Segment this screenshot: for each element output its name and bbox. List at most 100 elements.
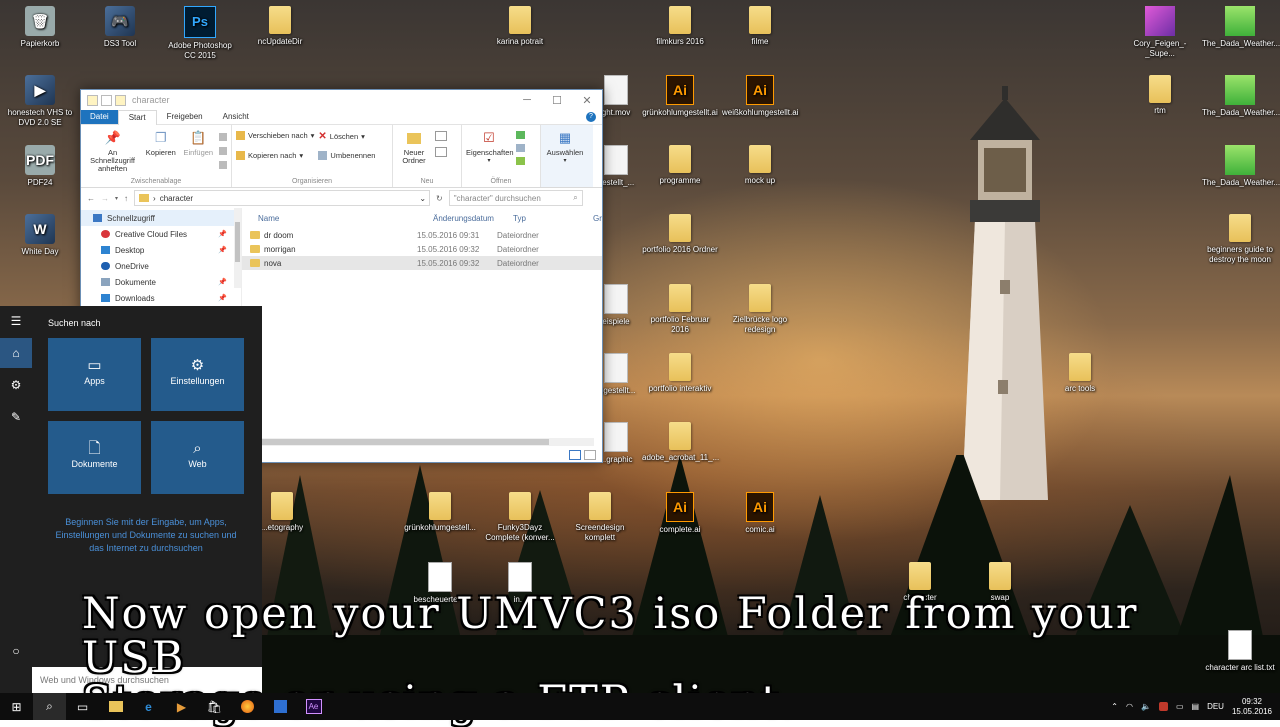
nav-scrollbar[interactable] [234, 208, 241, 288]
properties-button[interactable]: ☑ Eigenschaften ▾ [466, 129, 514, 165]
desktop-icon-white-day[interactable]: W White Day [2, 214, 78, 257]
action-center-icon[interactable]: ▤ [1192, 702, 1200, 711]
feedback-rail-button[interactable]: ✎ [0, 402, 32, 432]
cortana-button[interactable]: ○ [0, 636, 32, 666]
address-field[interactable]: › character ⌄ [134, 190, 431, 206]
delete-button[interactable]: ✕ Löschen ▾ [318, 131, 375, 142]
tab-datei[interactable]: Datei [81, 110, 118, 124]
cut-icon[interactable] [219, 133, 227, 141]
horizontal-scrollbar[interactable] [259, 438, 594, 446]
tab-freigeben[interactable]: Freigeben [157, 110, 213, 124]
task-view-button[interactable]: ▭ [66, 693, 99, 720]
select-button[interactable]: ▦ Auswählen ▾ [545, 129, 585, 165]
nav-item-desktop[interactable]: Desktop 📌 [81, 242, 241, 258]
pin-quick-access-button[interactable]: 📌 An Schnellzugriff anheften [85, 129, 140, 173]
tab-ansicht[interactable]: Ansicht [213, 110, 259, 124]
back-arrow-icon[interactable]: ← [87, 194, 95, 203]
desktop-icon-pdf24[interactable]: PDF PDF24 [2, 145, 78, 188]
tab-start[interactable]: Start [117, 109, 157, 125]
hamburger-menu-button[interactable]: ☰ [0, 306, 32, 336]
paste-shortcut-icon[interactable] [219, 161, 227, 169]
rename-button[interactable]: Umbenennen [318, 151, 375, 160]
desktop-icon-adobe-acrobat[interactable]: adobe_acrobat_11_... [642, 422, 719, 463]
wifi-icon[interactable]: ◠ [1126, 702, 1133, 711]
minimize-button[interactable]: ─ [512, 94, 542, 107]
desktop-icon-ds3-tool[interactable]: 🎮 DS3 Tool [82, 6, 158, 49]
new-item-icon[interactable] [435, 131, 447, 141]
easy-access-icon[interactable] [435, 147, 447, 157]
desktop-icon-comic-ai[interactable]: Ai comic.ai [722, 492, 798, 535]
desktop-icon-programme[interactable]: programme [642, 145, 718, 186]
column-header-date[interactable]: Änderungsdatum [433, 214, 513, 223]
new-folder-button[interactable]: Neuer Ordner [397, 129, 431, 165]
search-input[interactable]: "character" durchsuchen ⌕ [448, 190, 583, 206]
desktop-icon-dada-weather-1[interactable]: The_Dada_Weather... [1202, 6, 1280, 49]
volume-icon[interactable]: 🔈 [1141, 702, 1151, 711]
desktop-icon-dada-weather-2[interactable]: The_Dada_Weather... [1202, 75, 1280, 118]
desktop-icon-rtm[interactable]: rtm [1122, 75, 1198, 116]
file-row-morrigan[interactable]: morrigan 15.05.2016 09:32 Dateiordner [242, 242, 602, 256]
file-row-nova[interactable]: nova 15.05.2016 09:32 Dateiordner [242, 256, 602, 270]
nav-item-schnellzugriff[interactable]: Schnellzugriff [81, 210, 241, 226]
desktop-icon-funky3dayz[interactable]: Funky3Dayz Complete (konver... [482, 492, 558, 543]
column-header-name[interactable]: Name [242, 214, 433, 223]
maximize-button[interactable]: ☐ [542, 94, 572, 107]
home-button[interactable]: ⌂ [0, 338, 32, 368]
up-arrow-icon[interactable]: ↑ [124, 194, 128, 203]
tray-app-icon[interactable] [1158, 702, 1168, 711]
nav-item-creative-cloud[interactable]: Creative Cloud Files 📌 [81, 226, 241, 242]
clock[interactable]: 09:32 15.05.2016 [1232, 697, 1272, 717]
desktop-icon-portfolio-februar[interactable]: portfolio Februar 2016 [642, 284, 718, 335]
taskbar-store[interactable]: 🛍 [198, 693, 231, 720]
tile-documents[interactable]: 🗋 Dokumente [48, 421, 141, 494]
open-icon[interactable] [516, 131, 525, 139]
refresh-icon[interactable]: ↻ [436, 194, 443, 203]
taskbar-app-blue[interactable] [264, 693, 297, 720]
battery-icon[interactable]: ▭ [1176, 702, 1184, 711]
desktop-icon-zielbruecke[interactable]: Zielbrücke logo redesign [722, 284, 798, 335]
column-header-size[interactable]: Gr [593, 214, 602, 223]
desktop-icon-filme[interactable]: filme [722, 6, 798, 47]
large-icons-view-icon[interactable] [584, 450, 596, 460]
copy-to-button[interactable]: Kopieren nach ▾ [236, 151, 314, 160]
desktop-icon-gruenkohl-ai[interactable]: Ai grünkohlumgestellt.ai [642, 75, 718, 118]
horizontal-scrollbar-thumb[interactable] [259, 439, 549, 445]
properties-icon[interactable] [101, 94, 112, 106]
settings-rail-button[interactable]: ⚙ [0, 370, 32, 400]
tile-apps[interactable]: ▭ Apps [48, 338, 141, 411]
desktop-icon-filmkurs[interactable]: filmkurs 2016 [642, 6, 718, 47]
column-header-type[interactable]: Typ [513, 214, 593, 223]
desktop-icon-beginners-guide[interactable]: beginners guide to destroy the moon [1202, 214, 1278, 265]
details-view-icon[interactable] [569, 450, 581, 460]
edit-icon[interactable] [516, 144, 525, 152]
tile-web[interactable]: ⌕ Web [151, 421, 244, 494]
taskbar-edge[interactable]: e [132, 693, 165, 720]
nav-item-dokumente[interactable]: Dokumente 📌 [81, 274, 241, 290]
help-icon[interactable]: ? [586, 112, 596, 122]
recent-locations-icon[interactable]: ▾ [115, 195, 118, 202]
desktop-icon-karina-potrait[interactable]: karina potrait [482, 6, 558, 47]
nav-item-downloads[interactable]: Downloads 📌 [81, 290, 241, 306]
desktop-icon-portfolio-interaktiv[interactable]: portfolio interaktiv [642, 353, 718, 394]
taskbar-media-player[interactable]: ▶ [165, 693, 198, 720]
explorer-titlebar[interactable]: character ─ ☐ ✕ [81, 90, 602, 110]
taskbar-explorer[interactable] [99, 693, 132, 720]
taskbar-after-effects[interactable]: Ae [297, 693, 330, 720]
nav-item-onedrive[interactable]: OneDrive [81, 258, 241, 274]
language-indicator[interactable]: DEU [1207, 702, 1224, 711]
new-folder-icon[interactable] [115, 94, 126, 106]
search-button[interactable]: ⌕ [33, 693, 66, 720]
desktop-icon-dada-weather-3[interactable]: The_Dada_Weather... [1202, 145, 1280, 188]
desktop-icon-arc-tools[interactable]: arc tools [1042, 353, 1118, 394]
forward-arrow-icon[interactable]: → [101, 194, 109, 203]
start-button[interactable]: ⊞ [0, 693, 33, 720]
desktop-icon-portfolio-2016[interactable]: portfolio 2016 Ordner [642, 214, 718, 255]
history-icon[interactable] [516, 157, 525, 165]
desktop-icon-photoshop[interactable]: Ps Adobe Photoshop CC 2015 [162, 6, 238, 61]
file-row-dr-doom[interactable]: dr doom 15.05.2016 09:31 Dateiordner [242, 228, 602, 242]
taskbar-firefox[interactable] [231, 693, 264, 720]
desktop-icon-screendesign[interactable]: Screendesign komplett [562, 492, 638, 543]
desktop-icon-weisskohl-ai[interactable]: Ai weißkohlumgestellt.ai [722, 75, 798, 118]
copy-button[interactable]: ❐ Kopieren [144, 129, 177, 157]
desktop-icon-ncupdatedir[interactable]: ncUpdateDir [242, 6, 318, 47]
